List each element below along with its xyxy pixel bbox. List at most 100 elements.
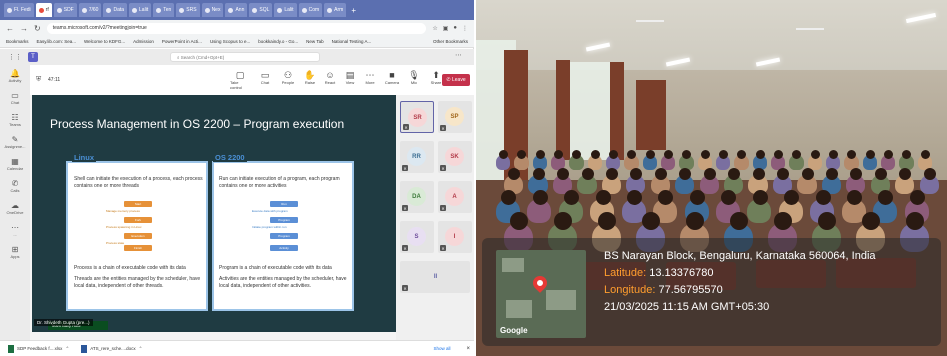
rail-item-onedrive[interactable]: ☁ OneDrive: [0, 197, 30, 219]
participant-tile[interactable]: S ✕: [400, 221, 434, 253]
browser-tab[interactable]: Arm: [324, 3, 347, 17]
rail-item-activity[interactable]: 🔔 Activity: [0, 65, 30, 87]
downloads-bar: SDP Feedback f....xlsx ⌃ ATS_rere_sche..…: [0, 340, 474, 356]
student-head: [700, 150, 710, 159]
flow-step: Execution: [124, 233, 152, 239]
flow-step: Finish: [124, 245, 152, 251]
browser-tab[interactable]: Fl. Fedi: [4, 3, 34, 17]
new-tab-icon[interactable]: +: [348, 6, 359, 15]
tab-label: Data: [113, 7, 125, 13]
share-button[interactable]: ⬆ Share: [426, 71, 446, 86]
browser-tab[interactable]: 7/60: [78, 3, 102, 17]
browser-tab[interactable]: Ten: [153, 3, 175, 17]
chevron-up-icon[interactable]: ⌃: [65, 346, 69, 352]
participant-gallery: SR ✕ SP ✕ RR ✕ SK ✕ DA ✕ A ✕ S ✕ I ✕ II ✕: [396, 95, 474, 340]
forward-icon[interactable]: →: [20, 24, 28, 33]
rail-item-calendar[interactable]: ▦ Calendar: [0, 153, 30, 175]
rail-item-[interactable]: ⋯...: [0, 219, 30, 241]
participant-tile[interactable]: A ✕: [438, 181, 472, 213]
student-head: [590, 150, 600, 159]
more-icon: ⋯: [11, 222, 19, 232]
browser-tab[interactable]: SRS: [176, 3, 200, 17]
avatar: S: [407, 227, 426, 246]
rail-item-teams[interactable]: ☷ Teams: [0, 109, 30, 131]
browser-tab[interactable]: SQL: [249, 3, 273, 17]
takecontrol-button[interactable]: ▢ Take control: [230, 71, 250, 91]
more-button[interactable]: ⋯ More: [360, 71, 380, 86]
rail-item-assignme[interactable]: ✎ Assignme...: [0, 131, 30, 153]
people-button[interactable]: ⚇ People: [278, 71, 298, 86]
bookmark-item[interactable]: Bookmarks: [6, 39, 29, 44]
browser-tab[interactable]: rf: [35, 3, 52, 17]
control-label: Chat: [260, 80, 270, 85]
profile-icon[interactable]: ●: [453, 25, 457, 32]
ceiling-fan: [796, 28, 824, 30]
bookmark-item[interactable]: PowerPoint in Acti...: [162, 39, 202, 44]
participant-tile[interactable]: SP ✕: [438, 101, 472, 133]
browser-tab[interactable]: Com: [298, 3, 323, 17]
view-button[interactable]: ▤ View: [340, 71, 360, 86]
bookmark-item[interactable]: Other Bookmarks: [433, 39, 474, 44]
show-all-button[interactable]: Show all: [433, 346, 454, 351]
menu-icon[interactable]: ⋮: [462, 25, 468, 32]
react-button[interactable]: ☺ React: [320, 71, 340, 86]
more-options-icon[interactable]: ⋯: [455, 51, 462, 59]
datetime-text: 21/03/2025 11:15 AM GMT+05:30: [604, 301, 770, 313]
browser-tab[interactable]: Lalit: [274, 3, 297, 17]
download-item[interactable]: SDP Feedback f....xlsx ⌃: [8, 344, 69, 353]
bookmark-item[interactable]: Easy.lib.com: Sea...: [37, 39, 76, 44]
chevron-up-icon[interactable]: ⌃: [139, 346, 143, 352]
tab-strip: Fl. Fedi rf SDF 7/60 Data Lalit Ten SRS Nex Ann SQ…: [0, 0, 474, 20]
student-head: [874, 168, 887, 180]
tab-label: SQL: [259, 7, 270, 13]
app-launcher-icon[interactable]: ⋮⋮: [8, 53, 22, 61]
url-field[interactable]: teams.microsoft.com/v2/?meetingjoin=true: [46, 22, 427, 34]
bookmark-item[interactable]: National Testing A...: [332, 39, 372, 44]
camera-icon: ■: [389, 70, 395, 80]
browser-tab[interactable]: Nex: [201, 3, 224, 17]
close-icon[interactable]: ×: [466, 346, 474, 352]
mic-button[interactable]: 🎙 Mic: [404, 71, 424, 86]
participant-tile[interactable]: I ✕: [438, 221, 472, 253]
download-item[interactable]: ATS_rere_sche....docx ⌃: [81, 344, 143, 353]
participant-tile[interactable]: SK ✕: [438, 141, 472, 173]
browser-tab[interactable]: Ann: [225, 3, 248, 17]
tab-label: Arm: [334, 7, 344, 13]
map-block: [502, 258, 524, 272]
bookmark-item[interactable]: Welcome to KDFG...: [84, 39, 125, 44]
rail-item-calls[interactable]: ✆ Calls: [0, 175, 30, 197]
student-head: [645, 150, 655, 159]
participant-tile[interactable]: SR ✕: [400, 101, 434, 133]
browser-tab[interactable]: SDF: [53, 3, 77, 17]
extension-icon[interactable]: ▣: [443, 25, 449, 32]
chat-button[interactable]: ▭ Chat: [255, 71, 275, 86]
search-input[interactable]: ⌕ Search (Cmd+Opt+E): [170, 52, 320, 62]
teams-icon: ☷: [11, 112, 19, 122]
student-head: [557, 168, 570, 180]
flow-label: Initiate program within run: [252, 225, 287, 229]
bookmark-item[interactable]: Using Scopus to e...: [210, 39, 250, 44]
raise-button[interactable]: ✋ Raise: [300, 71, 320, 86]
reload-icon[interactable]: ↻: [34, 24, 41, 33]
rail-item-chat[interactable]: ▭ Chat: [0, 87, 30, 109]
bookmark-item[interactable]: bookkaindy.o - Go...: [258, 39, 298, 44]
shield-icon: ⛨: [36, 76, 42, 83]
rail-item-apps[interactable]: ⊞ Apps: [0, 241, 30, 263]
participant-tile[interactable]: RR ✕: [400, 141, 434, 173]
leave-button[interactable]: ✆ Leave: [442, 74, 470, 86]
mic-muted-icon: ✕: [402, 205, 408, 211]
back-icon[interactable]: ←: [6, 24, 14, 33]
browser-tab[interactable]: Lalit: [129, 3, 152, 17]
bookmark-item[interactable]: Admission: [133, 39, 154, 44]
bookmark-item[interactable]: New Tab: [306, 39, 323, 44]
location-map: Google: [496, 250, 586, 338]
participant-tile[interactable]: II ✕: [400, 261, 470, 293]
rail-label: OneDrive: [6, 209, 24, 215]
mic-muted-icon: ✕: [402, 285, 408, 291]
camera-button[interactable]: ■ Camera: [382, 70, 402, 86]
participant-tile[interactable]: DA ✕: [400, 181, 434, 213]
browser-tab[interactable]: Data: [103, 3, 128, 17]
bookmark-star-icon[interactable]: ☆: [432, 25, 437, 32]
student-head: [532, 190, 548, 205]
rail-label: Chat: [10, 99, 20, 105]
